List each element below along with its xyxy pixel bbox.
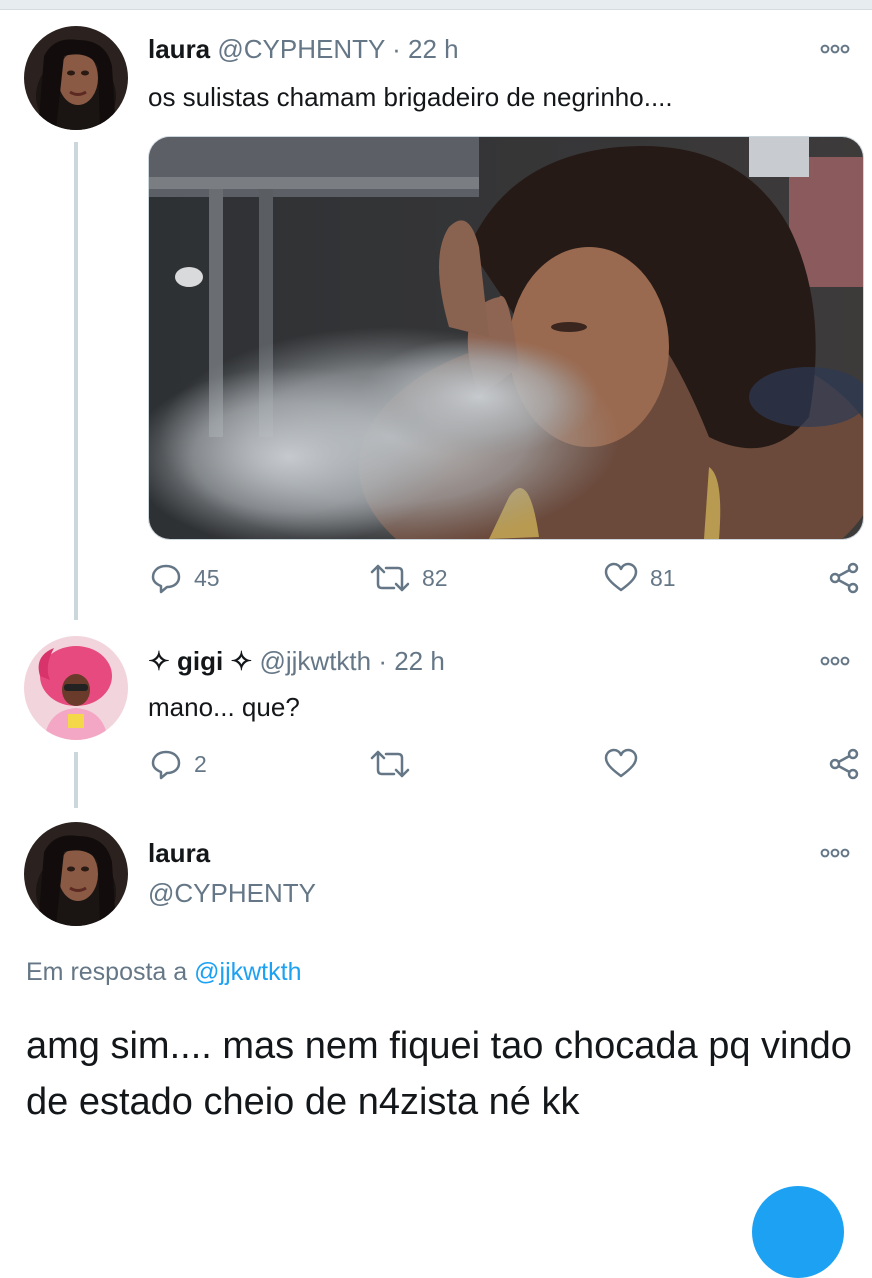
author-handle[interactable]: @jjkwtkth <box>259 646 371 676</box>
share-icon <box>828 562 860 594</box>
retweet-icon <box>370 562 410 594</box>
author-name[interactable]: laura <box>148 838 210 869</box>
author-handle[interactable]: @CYPHENTY <box>148 878 316 909</box>
tweet-media-image[interactable] <box>148 136 864 540</box>
laura-avatar[interactable] <box>24 822 128 926</box>
like-count: 81 <box>650 564 676 591</box>
share-button[interactable] <box>828 748 860 780</box>
tweet-text: amg sim.... mas nem fiquei tao chocada p… <box>26 1025 852 1123</box>
reply-context: Em resposta a @jjkwtkth <box>26 958 301 987</box>
more-options-icon[interactable] <box>820 844 850 865</box>
gigi-avatar[interactable] <box>24 636 128 740</box>
reply-button[interactable]: 45 <box>150 562 220 594</box>
thread-line <box>74 752 78 808</box>
heart-icon <box>604 748 638 780</box>
reply-icon <box>150 562 182 594</box>
heart-icon <box>604 562 638 594</box>
more-options-icon[interactable] <box>820 652 850 673</box>
retweet-button[interactable]: 82 <box>370 562 448 594</box>
retweet-button[interactable] <box>370 748 410 780</box>
tweet-time[interactable]: · 22 h <box>392 34 459 64</box>
tweet-time[interactable]: · 22 h <box>378 646 445 676</box>
author-handle[interactable]: @CYPHENTY <box>217 34 385 64</box>
reply-count: 2 <box>194 750 207 777</box>
tweet-text: os sulistas chamam brigadeiro de negrinh… <box>148 82 673 112</box>
top-divider <box>0 0 872 10</box>
reply-prefix: Em resposta a <box>26 958 195 986</box>
tweet-text: mano... que? <box>148 692 300 722</box>
author-name[interactable]: ✧ gigi ✧ <box>148 646 252 676</box>
reply-handle-link[interactable]: @jjkwtkth <box>194 958 301 986</box>
reply-count: 45 <box>194 564 220 591</box>
more-options-icon[interactable] <box>820 40 850 61</box>
retweet-count: 82 <box>422 564 448 591</box>
reply-icon <box>150 748 182 780</box>
author-name[interactable]: laura <box>148 34 210 64</box>
laura-avatar[interactable] <box>24 26 128 130</box>
reply-button[interactable]: 2 <box>150 748 207 780</box>
share-button[interactable] <box>828 562 860 594</box>
thread-line <box>74 142 78 620</box>
like-button[interactable]: 81 <box>604 562 676 594</box>
like-button[interactable] <box>604 748 638 780</box>
retweet-icon <box>370 748 410 780</box>
share-icon <box>828 748 860 780</box>
